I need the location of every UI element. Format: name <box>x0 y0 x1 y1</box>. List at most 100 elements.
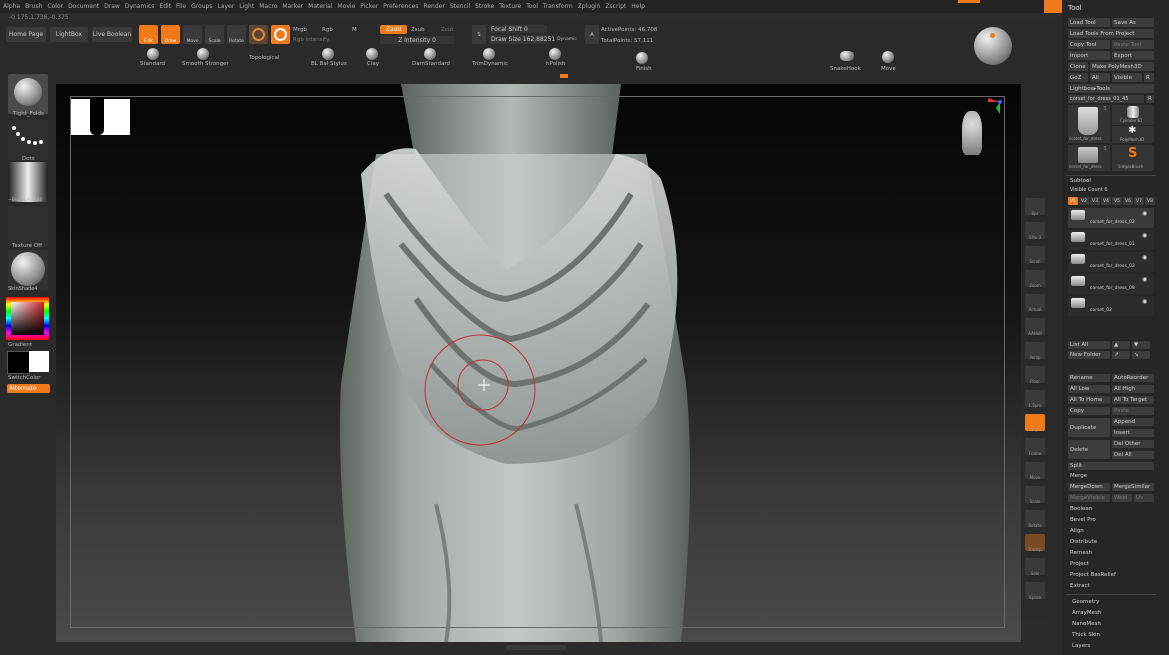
m-toggle[interactable]: M <box>352 27 357 33</box>
shelf-persp-button[interactable]: Persp <box>1025 342 1045 360</box>
home-page-button[interactable]: Home Page <box>6 27 46 42</box>
merge-similar-button[interactable]: MergeSimilar <box>1112 483 1154 491</box>
menu-preferences[interactable]: Preferences <box>383 3 418 10</box>
version-v2-button[interactable]: V2 <box>1079 197 1089 205</box>
standard-brush-icon[interactable] <box>147 48 159 60</box>
tool-thumb-corset-2[interactable]: corset_for_dress 5 <box>1068 145 1110 171</box>
make-polymesh-button[interactable]: Make PolyMesh3D <box>1090 62 1154 71</box>
tool-thumb-cylinder[interactable]: Cylinder3D <box>1112 105 1154 125</box>
menu-transform[interactable]: Transform <box>543 3 573 10</box>
merge-down-button[interactable]: MergeDown <box>1068 483 1110 491</box>
finish-brush-icon[interactable] <box>636 52 648 64</box>
shelf-frame-button[interactable]: Frame <box>1025 438 1045 456</box>
move-brush-icon[interactable] <box>882 51 894 63</box>
shelf-transp-button[interactable]: Transp <box>1025 534 1045 552</box>
shelf-move-button[interactable]: Move <box>1025 462 1045 480</box>
rotate-mode-button[interactable]: Rotate <box>227 25 246 44</box>
zcut-button[interactable]: Zcut <box>441 27 453 33</box>
save-as-button[interactable]: Save As <box>1112 18 1154 27</box>
subtool-row[interactable]: corset_for_dress_09 ◉ <box>1068 274 1154 294</box>
switch-color-button[interactable]: SwitchColor <box>8 375 41 381</box>
menu-draw[interactable]: Draw <box>104 3 120 10</box>
menu-brush[interactable]: Brush <box>25 3 42 10</box>
extract-item[interactable]: Extract <box>1070 583 1090 589</box>
all-button[interactable]: All <box>1090 73 1110 82</box>
menu-zplugin[interactable]: Zplugin <box>578 3 601 10</box>
subtool-visibility-eye-icon[interactable]: ◉ <box>1142 254 1147 261</box>
focal-shift-slider[interactable]: Focal Shift 0 <box>489 25 547 33</box>
version-v4-button[interactable]: V4 <box>1101 197 1111 205</box>
lightbox-button[interactable]: LightBox <box>50 27 88 42</box>
menu-layer[interactable]: Layer <box>218 3 235 10</box>
shelf-spix-3-button[interactable]: SPix 3 <box>1025 222 1045 240</box>
zsub-button[interactable]: Zsub <box>411 27 425 33</box>
menu-stroke[interactable]: Stroke <box>475 3 494 10</box>
bottom-scroll-handle[interactable] <box>506 645 566 650</box>
subtool-visibility-eye-icon[interactable]: ◉ <box>1142 276 1147 283</box>
damstandard-brush-icon[interactable] <box>424 48 436 60</box>
layers-header[interactable]: Layers <box>1072 643 1090 649</box>
load-tools-from-project-button[interactable]: Load Tools From Project <box>1068 29 1154 38</box>
menu-help[interactable]: Help <box>631 3 645 10</box>
secondary-color-swatch[interactable] <box>7 351 30 374</box>
color-picker-square[interactable] <box>11 302 44 335</box>
tool-thumb-corset[interactable]: corset_for_dress 5 <box>1068 105 1110 143</box>
uv-button[interactable]: Uv <box>1134 494 1154 502</box>
project-item[interactable]: Project <box>1070 561 1089 567</box>
axis-gizmo-icon[interactable] <box>978 96 1008 126</box>
brush-thumbnail[interactable] <box>8 74 48 114</box>
shelf-xpose-button[interactable]: Xpose <box>1025 582 1045 600</box>
menu-edit[interactable]: Edit <box>159 3 171 10</box>
project-bas-relief-item[interactable]: Project BasRelief <box>1070 572 1116 578</box>
insert-button[interactable]: Insert <box>1112 429 1154 437</box>
subtool-row[interactable]: corset_for_dress_03 ◉ <box>1068 252 1154 272</box>
menu-groups[interactable]: Groups <box>191 3 212 10</box>
all-to-target-button[interactable]: All To Target <box>1112 396 1154 404</box>
clone-button[interactable]: Clone <box>1068 62 1088 71</box>
import-button[interactable]: Import <box>1068 51 1110 60</box>
subtool-visibility-eye-icon[interactable]: ◉ <box>1142 210 1147 217</box>
list-all-button[interactable]: List All <box>1068 341 1110 349</box>
menu-document[interactable]: Document <box>68 3 99 10</box>
export-button[interactable]: Export <box>1112 51 1154 60</box>
menu-picker[interactable]: Picker <box>360 3 378 10</box>
zadd-button[interactable]: Zadd <box>380 25 407 34</box>
live-boolean-button[interactable]: Live Boolean <box>92 27 132 42</box>
menu-file[interactable]: File <box>176 3 186 10</box>
bl-bal-stylus-brush-icon[interactable] <box>322 48 334 60</box>
primary-color-swatch[interactable] <box>29 351 49 372</box>
menu-render[interactable]: Render <box>423 3 444 10</box>
shelf-bpr-button[interactable]: Bpr <box>1025 198 1045 216</box>
canvas-viewport[interactable] <box>56 84 1021 642</box>
z-intensity-slider[interactable]: Z Intensity 0 <box>380 36 454 44</box>
move-up-button[interactable]: ▲ <box>1112 341 1130 349</box>
load-tool-button[interactable]: Load Tool <box>1068 18 1110 27</box>
subtool-row[interactable]: corset_02 ◉ <box>1068 296 1154 316</box>
duplicate-button[interactable]: Duplicate <box>1068 418 1110 437</box>
shelf-solo-button[interactable]: Solo <box>1025 558 1045 576</box>
shelf-rotate-button[interactable]: Rotate <box>1025 510 1045 528</box>
clay-brush-icon[interactable] <box>366 48 378 60</box>
del-all-button[interactable]: Del All <box>1112 451 1154 459</box>
copy-button[interactable]: Copy <box>1068 407 1110 415</box>
menu-texture[interactable]: Texture <box>499 3 521 10</box>
menu-dynamics[interactable]: Dynamics <box>125 3 155 10</box>
alternate-button[interactable]: Alternate <box>7 384 50 393</box>
rgb-toggle[interactable]: Rgb <box>322 27 333 33</box>
a-size-button[interactable]: A <box>585 25 599 44</box>
texture-thumbnail[interactable] <box>8 206 48 246</box>
hpolish-brush-icon[interactable] <box>549 48 561 60</box>
version-v6-button[interactable]: V6 <box>1123 197 1133 205</box>
tool-thumb-polymesh[interactable]: ✱ PolyMesh3D <box>1112 125 1154 143</box>
menu-light[interactable]: Light <box>239 3 254 10</box>
version-v5-button[interactable]: V5 <box>1112 197 1122 205</box>
remesh-item[interactable]: Remesh <box>1070 550 1092 556</box>
tool-thumb-simplebrush[interactable]: S SimpleBrush <box>1112 145 1154 171</box>
append-button[interactable]: Append <box>1112 418 1154 426</box>
all-high-button[interactable]: All High <box>1112 385 1154 393</box>
shelf-gxyz-button[interactable]: Gxyz <box>1025 414 1045 432</box>
goz-r-button[interactable]: R <box>1144 73 1154 82</box>
goz-button[interactable]: GoZ <box>1068 73 1088 82</box>
material-thumbnail[interactable] <box>8 250 48 290</box>
visible-button[interactable]: Visible <box>1112 73 1142 82</box>
